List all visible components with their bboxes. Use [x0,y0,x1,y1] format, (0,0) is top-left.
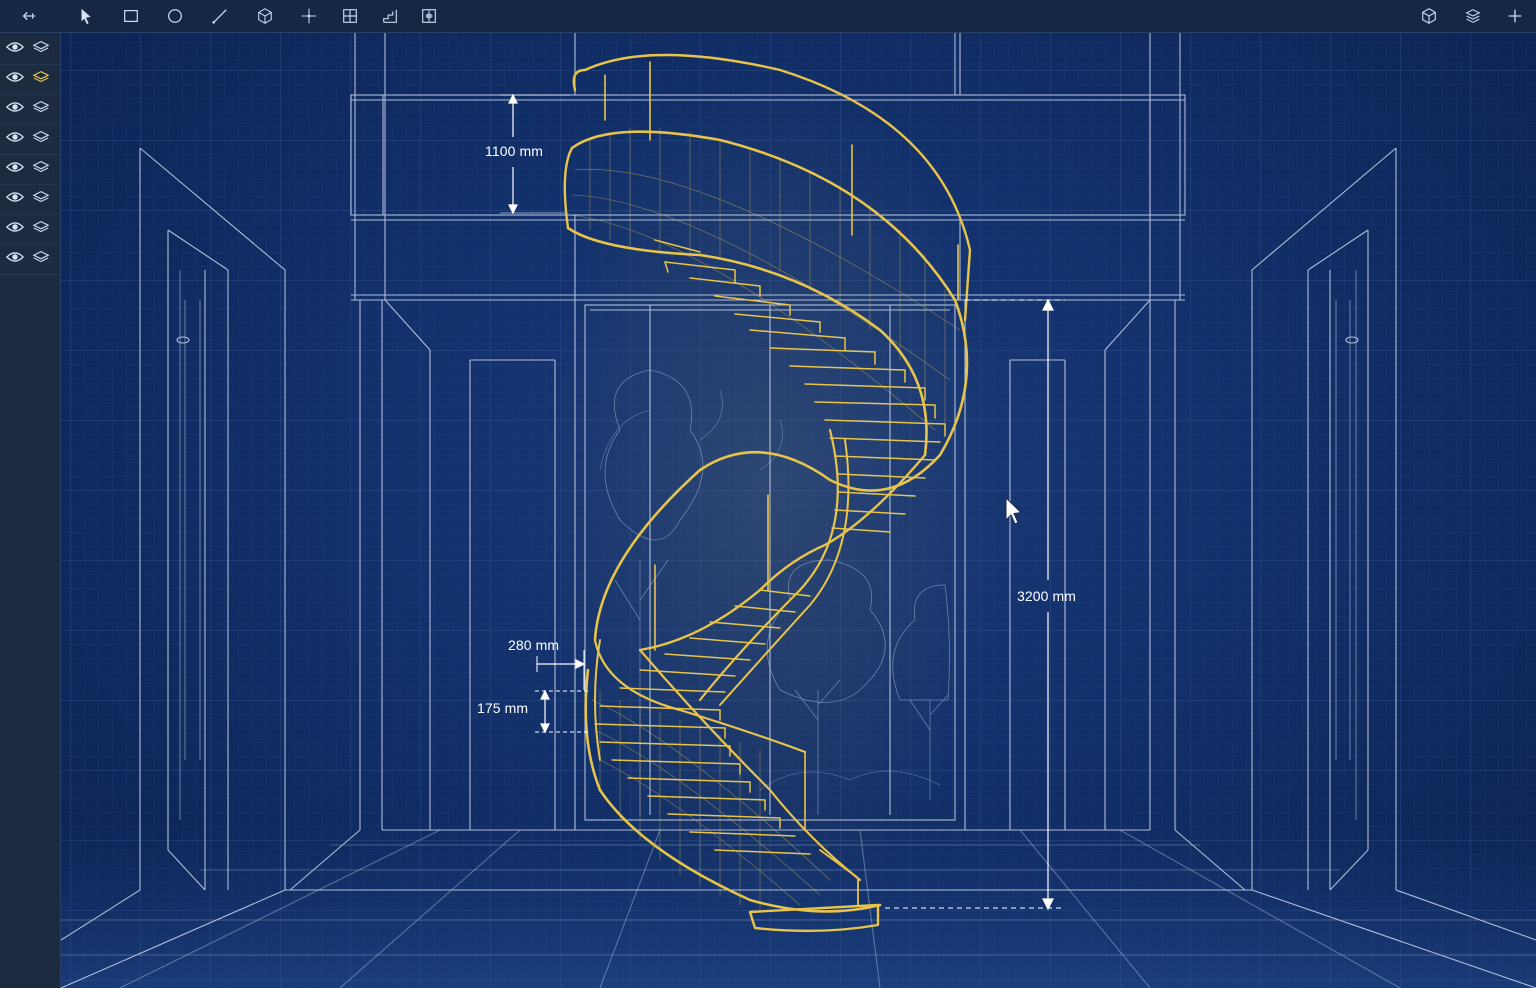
line-icon [212,9,227,24]
layer-icon[interactable] [32,249,50,270]
stair-tool-button[interactable] [377,4,403,28]
view-cube-icon [1422,8,1436,24]
layer-icon[interactable] [32,219,50,240]
top-toolbar [0,0,1536,33]
line-tool-button[interactable] [207,4,233,28]
layer-icon[interactable] [32,159,50,180]
layer-row[interactable] [0,125,60,155]
eye-icon[interactable] [6,99,24,120]
layer-icon[interactable] [32,69,50,90]
eye-icon[interactable] [6,219,24,240]
layer-row[interactable] [0,155,60,185]
crosshair-icon [301,8,317,24]
point-tool-button[interactable] [296,4,322,28]
eye-icon[interactable] [6,189,24,210]
dimension-label-1100[interactable]: 1100 mm [485,143,543,159]
circle-tool-button[interactable] [162,4,188,28]
add-icon [1508,9,1522,23]
eye-icon[interactable] [6,129,24,150]
layer-row[interactable] [0,245,60,275]
drawing-viewport[interactable]: 1100 mm 3200 mm 280 mm 175 mm [61,33,1536,988]
box-3d-tool-button[interactable] [252,4,278,28]
select-tool-button[interactable] [73,4,99,28]
layer-icon[interactable] [32,129,50,150]
rectangle-tool-button[interactable] [118,4,144,28]
section-tool-button[interactable] [416,4,442,28]
grid-tool-button[interactable] [337,4,363,28]
layer-row[interactable] [0,35,60,65]
back-button[interactable] [16,4,42,28]
layers-panel [0,33,61,988]
eye-icon[interactable] [6,249,24,270]
layer-row[interactable] [0,95,60,125]
layer-icon[interactable] [32,99,50,120]
layers-3d-button[interactable] [1460,4,1486,28]
layers-3d-icon [1465,9,1481,23]
select-pointer-icon [81,8,91,25]
section-icon [422,9,436,23]
eye-icon[interactable] [6,39,24,60]
box-3d-icon [258,8,272,24]
layer-row[interactable] [0,65,60,95]
layer-row[interactable] [0,215,60,245]
layer-icon[interactable] [32,39,50,60]
view-cube-button[interactable] [1416,4,1442,28]
dimension-label-175[interactable]: 175 mm [477,700,528,716]
eye-icon[interactable] [6,159,24,180]
layer-row[interactable] [0,185,60,215]
dimension-label-3200[interactable]: 3200 mm [1017,588,1076,604]
eye-icon[interactable] [6,69,24,90]
dimension-label-280[interactable]: 280 mm [508,637,559,653]
add-button[interactable] [1502,4,1528,28]
back-icon [22,11,36,21]
circle-icon [168,9,182,23]
layer-icon[interactable] [32,189,50,210]
rectangle-icon [124,9,138,23]
grid-icon [343,9,357,23]
blueprint-scene [61,33,1536,988]
stair-glow [540,60,1000,940]
stair-icon [383,9,397,23]
